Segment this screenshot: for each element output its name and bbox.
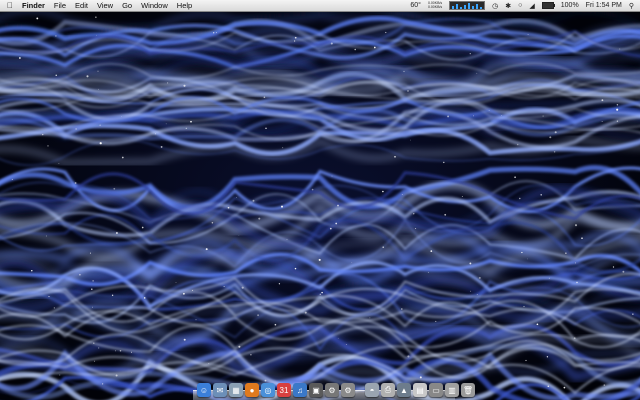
utility-icon[interactable]: ⚙ — [325, 383, 339, 397]
menu-view[interactable]: View — [97, 1, 113, 10]
desktop-wallpaper — [0, 0, 640, 400]
network-meter[interactable]: 0.00KB/s 0.00KB/s — [427, 1, 443, 9]
preview-icon[interactable]: ▦ — [229, 383, 243, 397]
downloads-stack-icon[interactable]: ▲ — [397, 383, 411, 397]
menu-clock[interactable]: Fri 1:54 PM — [586, 2, 622, 9]
system-preferences-icon[interactable]: ⚙ — [341, 383, 355, 397]
menu-go[interactable]: Go — [122, 1, 132, 10]
menu-help[interactable]: Help — [177, 1, 192, 10]
menu-file[interactable]: File — [54, 1, 66, 10]
temperature-readout[interactable]: 60° — [410, 2, 421, 9]
menu-edit[interactable]: Edit — [75, 1, 88, 10]
mail-icon[interactable]: ✉ — [213, 383, 227, 397]
app-folder-icon[interactable]: ◓ — [365, 383, 379, 397]
menu-bar:  Finder File Edit View Go Window Help 6… — [0, 0, 640, 12]
battery-icon[interactable] — [541, 2, 555, 9]
spotlight-icon[interactable]: ⚲ — [629, 2, 634, 10]
ical-icon[interactable]: 31 — [277, 383, 291, 397]
document-icon[interactable]: ▤ — [413, 383, 427, 397]
menu-app-name[interactable]: Finder — [22, 1, 45, 10]
time-machine-icon[interactable]: ◷ — [492, 2, 498, 10]
stack-icon[interactable]: ▥ — [445, 383, 459, 397]
safari-icon[interactable]: ◎ — [261, 383, 275, 397]
drive-icon[interactable]: ▭ — [429, 383, 443, 397]
firefox-icon[interactable]: ● — [245, 383, 259, 397]
menu-window[interactable]: Window — [141, 1, 168, 10]
photo-icon[interactable]: ▣ — [309, 383, 323, 397]
volume-icon[interactable]: ◢ — [529, 2, 534, 10]
apple-logo-icon[interactable]:  — [4, 1, 16, 10]
wifi-icon[interactable]: ○ — [518, 2, 522, 9]
status-area: 60° 0.00KB/s 0.00KB/s ◷ ✱ ○ ◢ 100% Fri 1… — [410, 0, 634, 11]
printer-icon[interactable]: ⎙ — [381, 383, 395, 397]
dock: ☺ ✉ ▦ ● ◎ 31 ♫ ▣ ⚙ ⚙ ◓ ⎙ ▲ ▤ ▭ ▥ 🗑 — [193, 375, 475, 400]
net-down-value: 0.00KB/s — [427, 4, 443, 9]
dock-icons: ☺ ✉ ▦ ● ◎ 31 ♫ ▣ ⚙ ⚙ ◓ ⎙ ▲ ▤ ▭ ▥ 🗑 — [197, 379, 475, 397]
cpu-graph[interactable] — [449, 1, 486, 10]
trash-icon[interactable]: 🗑 — [461, 383, 475, 397]
finder-icon[interactable]: ☺ — [197, 383, 211, 397]
itunes-icon[interactable]: ♫ — [293, 383, 307, 397]
battery-percent: 100% — [560, 2, 579, 9]
bluetooth-icon[interactable]: ✱ — [505, 2, 511, 10]
